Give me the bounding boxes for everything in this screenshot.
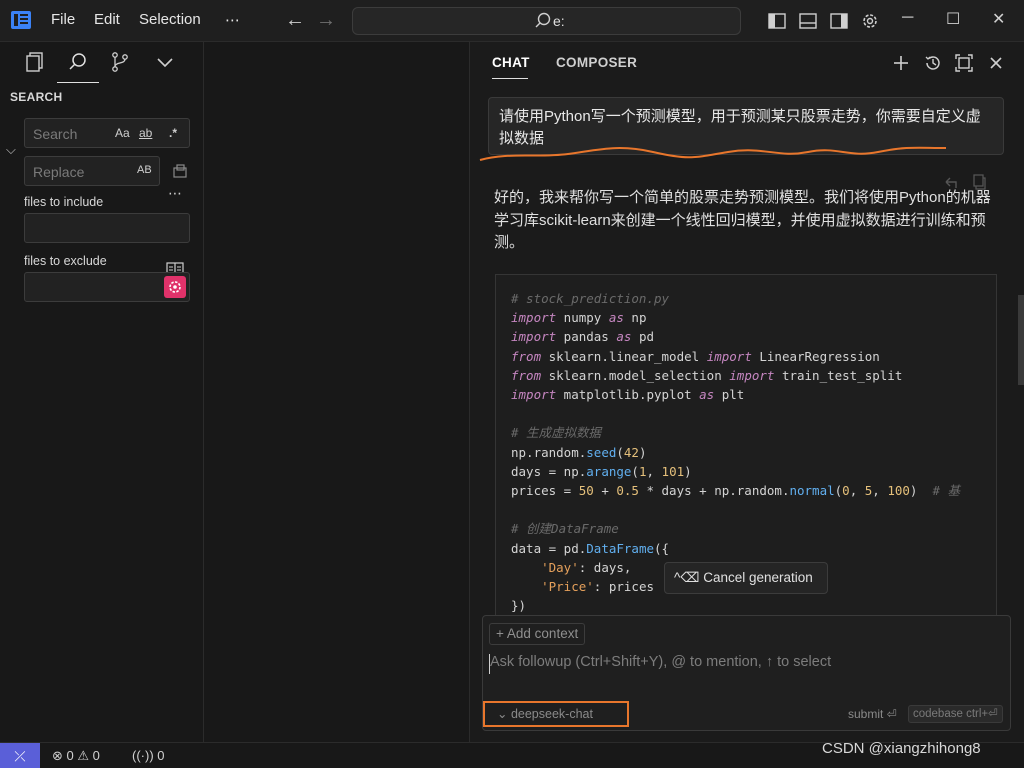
code-line-5: import matplotlib.pyplot as plt (511, 387, 745, 403)
sidebar-title: SEARCH (10, 90, 63, 104)
match-whole-word-toggle[interactable]: ab (139, 126, 152, 140)
code-line-12: # 创建DataFrame (511, 521, 619, 537)
warning-count: 0 (92, 748, 100, 763)
cancel-generation-button[interactable]: ^⌫ Cancel generation (664, 562, 828, 594)
chevron-down-icon[interactable] (153, 50, 177, 74)
code-line-15: 'Price': prices (541, 579, 655, 595)
problems-indicator[interactable]: ⊗ 0 ⚠ 0 (52, 748, 100, 764)
active-chat-tab-indicator (492, 78, 528, 79)
ports-indicator[interactable]: ((·)) 0 (132, 748, 165, 763)
search-placeholder: Search (33, 126, 78, 142)
code-line-9: days = np.arange(1, 101) (511, 463, 692, 479)
codebase-button[interactable]: codebase ctrl+⏎ (908, 705, 1003, 723)
error-icon: ⊗ (52, 748, 63, 763)
code-line-1: import numpy as np (511, 310, 647, 326)
red-underline-annotation (479, 146, 947, 161)
app-logo-icon (11, 11, 31, 29)
cancel-label: Cancel generation (703, 570, 813, 585)
title-bar: File Edit Selection ⋯ ← → e: ─ ☐ ✕ (0, 0, 1024, 42)
submit-button[interactable]: submit ⏎ (848, 707, 897, 721)
editor-area[interactable] (204, 42, 470, 742)
plus-icon: + (496, 626, 504, 641)
replace-placeholder: Replace (33, 164, 85, 180)
tab-chat[interactable]: CHAT (492, 55, 530, 70)
command-center-search[interactable]: e: (352, 7, 741, 35)
assistant-message: 好的，我来帮你写一个简单的股票走势预测模型。我们将使用Python的机器学习库s… (494, 189, 991, 251)
menu-selection[interactable]: Selection (139, 11, 201, 28)
code-line-8: np.random.seed(42) (511, 444, 647, 460)
csdn-watermark: CSDN @xiangzhihong8 (822, 740, 981, 757)
search-input[interactable]: Search Aa ab .* (24, 118, 190, 148)
code-line-4: from sklearn.model_selection import trai… (511, 367, 903, 383)
cancel-shortcut: ^⌫ (674, 570, 700, 585)
toggle-replace-chevron-icon[interactable]: ⌵ (6, 142, 16, 158)
menu-edit[interactable]: Edit (94, 11, 120, 28)
preserve-case-toggle[interactable]: AB (137, 164, 152, 176)
code-line-7: # 生成虚拟数据 (511, 425, 602, 441)
source-control-icon[interactable] (108, 50, 132, 74)
toggle-secondary-sidebar-icon[interactable] (829, 11, 849, 31)
search-view-icon[interactable] (66, 50, 90, 74)
minimize-button[interactable]: ─ (902, 9, 913, 27)
command-center-text: e: (553, 13, 565, 29)
remote-indicator-icon[interactable]: ⤫ (0, 743, 40, 768)
followup-input-box[interactable]: + Add context Ask followup (Ctrl+Shift+Y… (482, 615, 1011, 731)
code-line-13: data = pd.DataFrame({ (511, 540, 670, 556)
ports-count: 0 (157, 748, 165, 763)
error-count: 0 (66, 748, 74, 763)
maximize-chat-icon[interactable] (954, 53, 974, 73)
model-selector[interactable]: ⌄ deepseek-chat (483, 701, 629, 727)
broadcast-icon: ((·)) (132, 748, 154, 763)
use-exclude-settings-button[interactable] (164, 276, 186, 298)
close-window-button[interactable]: ✕ (992, 9, 1005, 29)
gear-exclude-icon (169, 281, 181, 293)
warning-icon: ⚠ (77, 748, 90, 763)
forward-arrow-icon[interactable]: → (316, 9, 336, 32)
chevron-down-icon: ⌄ (497, 707, 511, 721)
code-line-16: }) (511, 598, 527, 614)
search-icon (535, 12, 551, 28)
match-case-toggle[interactable]: Aa (115, 126, 130, 140)
chat-scrollbar[interactable] (1018, 295, 1024, 385)
menu-file[interactable]: File (51, 11, 75, 28)
code-line-2: import pandas as pd (511, 329, 655, 345)
chat-panel: CHAT COMPOSER 请使用Python写一个预测模型，用于预测某只股票走… (470, 42, 1024, 742)
files-to-exclude-label: files to exclude (24, 254, 107, 268)
code-line-10: prices = 50 + 0.5 * days + np.random.nor… (511, 483, 961, 499)
plus-icon[interactable] (891, 53, 911, 73)
menu-more[interactable]: ⋯ (225, 11, 240, 29)
use-regex-toggle[interactable]: .* (169, 126, 177, 140)
active-tab-indicator (57, 82, 99, 83)
model-name: deepseek-chat (510, 707, 593, 721)
code-line-3: from sklearn.linear_model import LinearR… (511, 348, 880, 364)
replace-input[interactable]: Replace AB (24, 156, 160, 186)
followup-placeholder[interactable]: Ask followup (Ctrl+Shift+Y), @ to mentio… (490, 654, 831, 670)
maximize-button[interactable]: ☐ (946, 9, 960, 29)
code-line-14: 'Day': days, (541, 559, 632, 575)
add-context-button[interactable]: + Add context (489, 623, 586, 645)
files-to-include-input[interactable] (24, 213, 190, 243)
settings-gear-icon[interactable] (860, 11, 880, 31)
replace-all-icon[interactable] (171, 162, 189, 180)
toggle-panel-icon[interactable] (798, 11, 818, 31)
add-context-label: Add context (506, 626, 579, 641)
code-line-0: # stock_prediction.py (511, 291, 670, 306)
toggle-search-details-button[interactable]: ⋯ (168, 185, 183, 202)
history-icon[interactable] (923, 53, 943, 73)
back-arrow-icon[interactable]: ← (285, 9, 305, 32)
search-sidebar: SEARCH ⌵ Search Aa ab .* Replace AB ⋯ fi… (0, 42, 204, 742)
files-to-include-label: files to include (24, 195, 104, 209)
explorer-icon[interactable] (23, 50, 47, 74)
close-chat-icon[interactable] (986, 53, 1006, 73)
tab-composer[interactable]: COMPOSER (556, 55, 637, 70)
toggle-primary-sidebar-icon[interactable] (767, 11, 787, 31)
